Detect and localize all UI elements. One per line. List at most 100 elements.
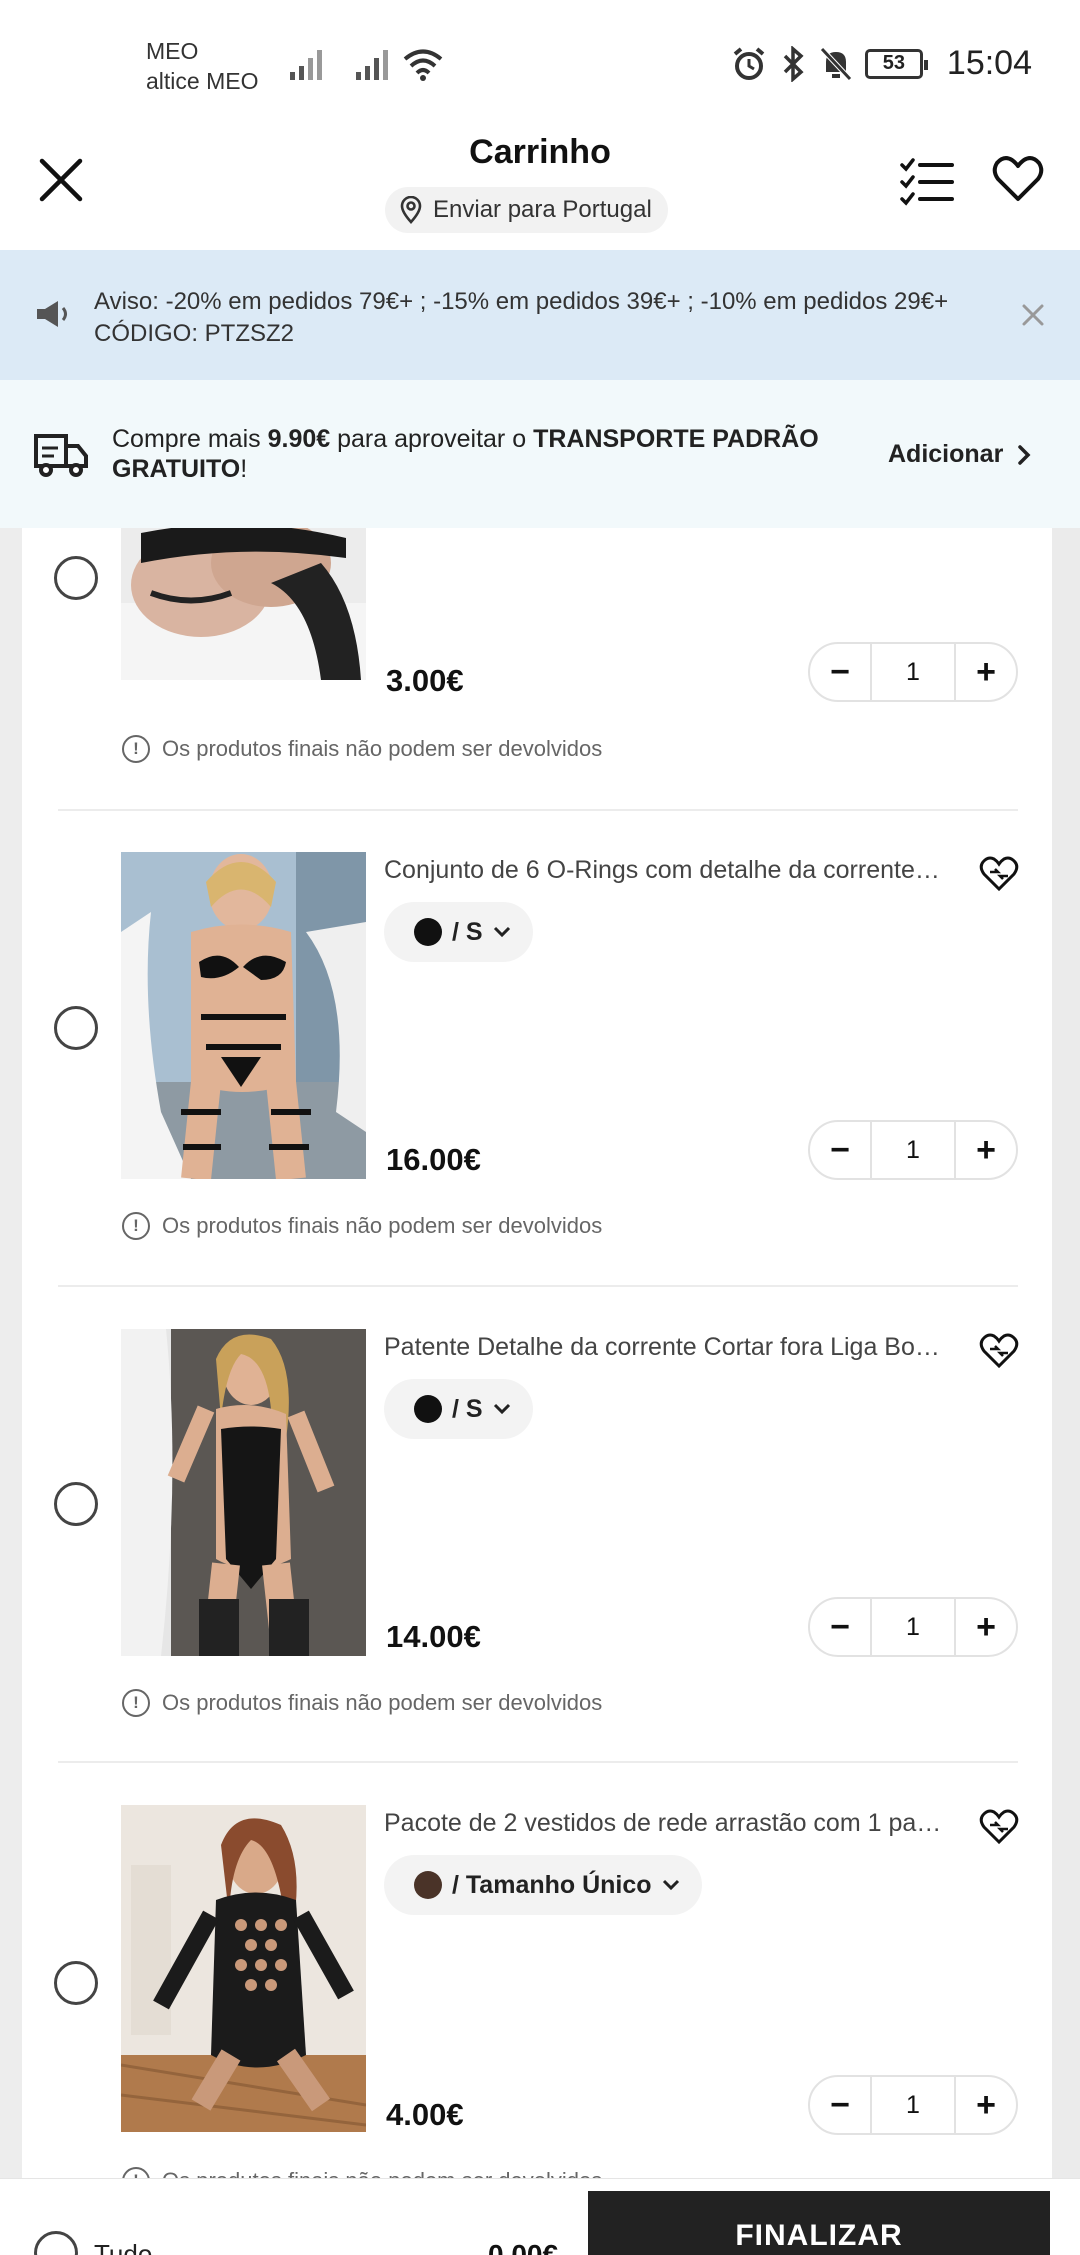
decrease-qty-button[interactable]: −: [810, 1122, 870, 1178]
checkout-bar: Tudo 0.00€ FINALIZAR: [0, 2178, 1080, 2255]
clock: 15:04: [946, 44, 1032, 82]
location-pin-icon: [400, 196, 422, 224]
shipping-prefix: Compre mais: [112, 425, 268, 453]
product-photo-fishnet-dress: [121, 1805, 366, 2132]
product-photo-harness: [121, 852, 366, 1179]
quantity-value[interactable]: 1: [870, 2077, 956, 2133]
info-icon: !: [122, 2167, 150, 2178]
signal-icon-2: [356, 50, 388, 80]
free-shipping-message: Compre mais 9.90€ para aproveitar o TRAN…: [112, 424, 872, 484]
quantity-stepper[interactable]: − 1 +: [808, 1597, 1018, 1657]
divider: [58, 1285, 1018, 1287]
increase-qty-button[interactable]: +: [956, 1122, 1016, 1178]
decrease-qty-button[interactable]: −: [810, 2077, 870, 2133]
add-more-label: Adicionar: [888, 440, 1004, 468]
increase-qty-button[interactable]: +: [956, 644, 1016, 700]
quantity-stepper[interactable]: − 1 +: [808, 1120, 1018, 1180]
divider: [58, 809, 1018, 811]
free-shipping-bar: Compre mais 9.90€ para aproveitar o TRAN…: [0, 380, 1080, 528]
status-icons: 53 15:04: [731, 44, 1032, 83]
variant-selector[interactable]: / S: [384, 1379, 533, 1439]
item-title[interactable]: Patente Detalhe da corrente Cortar fora …: [384, 1333, 944, 1362]
info-icon: !: [122, 1689, 150, 1717]
decrease-qty-button[interactable]: −: [810, 1599, 870, 1655]
shipping-suffix: !: [240, 455, 248, 483]
chevron-down-icon: [493, 926, 510, 938]
note-text: Os produtos finais não podem ser devolvi…: [162, 736, 603, 761]
bluetooth-icon: [783, 45, 804, 82]
color-swatch: [414, 1871, 442, 1899]
item-title[interactable]: Conjunto de 6 O-Rings com detalhe da cor…: [384, 856, 944, 885]
product-photo-bodysuit: [121, 1329, 366, 1656]
megaphone-icon: [37, 301, 67, 327]
note-text: Os produtos finais não podem ser devolvi…: [162, 1690, 603, 1715]
carrier-name: MEO: [146, 38, 199, 64]
color-swatch: [414, 918, 442, 946]
quantity-value[interactable]: 1: [870, 1599, 956, 1655]
item-price: 4.00€: [386, 2097, 464, 2132]
signal-icon: [290, 50, 322, 80]
non-returnable-note: ! Os produtos finais não podem ser devol…: [122, 2167, 602, 2178]
checklist-icon[interactable]: [898, 153, 956, 211]
notice-close-icon[interactable]: [1020, 302, 1046, 328]
item-title[interactable]: Pacote de 2 vestidos de rede arrastão co…: [384, 1809, 944, 1838]
product-image[interactable]: [121, 1329, 366, 1656]
item-price: 14.00€: [386, 1619, 481, 1654]
wishlist-heart-icon[interactable]: [990, 151, 1046, 207]
info-icon: !: [122, 735, 150, 763]
product-image[interactable]: [121, 852, 366, 1179]
shipping-middle: para aproveitar o: [330, 425, 534, 453]
item-select-radio[interactable]: [54, 1482, 98, 1526]
scrollbar-track[interactable]: [1052, 528, 1080, 2178]
color-swatch: [414, 1395, 442, 1423]
promo-notice: Aviso: -20% em pedidos 79€+ ; -15% em pe…: [0, 250, 1080, 380]
quantity-stepper[interactable]: − 1 +: [808, 642, 1018, 702]
status-bar: MEO altice MEO 53 15:04: [0, 0, 1080, 115]
quantity-stepper[interactable]: − 1 +: [808, 2075, 1018, 2135]
checkout-button[interactable]: FINALIZAR: [588, 2191, 1050, 2255]
notice-text: Aviso: -20% em pedidos 79€+ ; -15% em pe…: [94, 288, 949, 347]
decrease-qty-button[interactable]: −: [810, 644, 870, 700]
non-returnable-note: ! Os produtos finais não podem ser devol…: [122, 1689, 602, 1717]
product-image[interactable]: [121, 528, 366, 680]
variant-selector[interactable]: / Tamanho Único: [384, 1855, 702, 1915]
chevron-down-icon: [662, 1879, 679, 1891]
quantity-value[interactable]: 1: [870, 1122, 956, 1178]
product-image[interactable]: [121, 1805, 366, 2132]
non-returnable-note: ! Os produtos finais não podem ser devol…: [122, 735, 602, 763]
select-all-radio[interactable]: [34, 2231, 78, 2255]
carrier-subname: altice MEO: [146, 68, 259, 94]
move-to-wishlist-icon[interactable]: [978, 854, 1020, 894]
item-select-radio[interactable]: [54, 1961, 98, 2005]
carrier-info: MEO altice MEO: [146, 36, 258, 96]
chevron-down-icon: [493, 1403, 510, 1415]
ship-to-label: Enviar para Portugal: [433, 196, 652, 223]
item-price: 16.00€: [386, 1142, 481, 1177]
shipping-amount: 9.90€: [267, 425, 331, 453]
product-photo-lingerie: [121, 528, 366, 680]
increase-qty-button[interactable]: +: [956, 1599, 1016, 1655]
item-select-radio[interactable]: [54, 556, 98, 600]
cart-item-list: 3.00€ − 1 + ! Os produtos finais não pod…: [22, 528, 1052, 2178]
quantity-value[interactable]: 1: [870, 644, 956, 700]
cart-total: 0.00€: [488, 2239, 559, 2255]
note-text: Os produtos finais não podem ser devolvi…: [162, 2168, 602, 2178]
info-icon: !: [122, 1212, 150, 1240]
move-to-wishlist-icon[interactable]: [978, 1807, 1020, 1847]
item-select-radio[interactable]: [54, 1006, 98, 1050]
select-all-label: Tudo: [94, 2239, 153, 2255]
increase-qty-button[interactable]: +: [956, 2077, 1016, 2133]
add-more-button[interactable]: Adicionar: [888, 440, 1031, 469]
note-text: Os produtos finais não podem ser devolvi…: [162, 1213, 603, 1238]
non-returnable-note: ! Os produtos finais não podem ser devol…: [122, 1212, 602, 1240]
variant-label: / S: [452, 1394, 483, 1423]
divider: [58, 1761, 1018, 1763]
variant-label: / S: [452, 917, 483, 946]
move-to-wishlist-icon[interactable]: [978, 1331, 1020, 1371]
variant-selector[interactable]: / S: [384, 902, 533, 962]
wifi-icon: [403, 49, 443, 81]
battery-icon: 53: [864, 48, 928, 79]
ship-to-selector[interactable]: Enviar para Portugal: [385, 187, 668, 233]
variant-label: / Tamanho Único: [452, 1870, 652, 1899]
truck-icon: [34, 434, 88, 477]
